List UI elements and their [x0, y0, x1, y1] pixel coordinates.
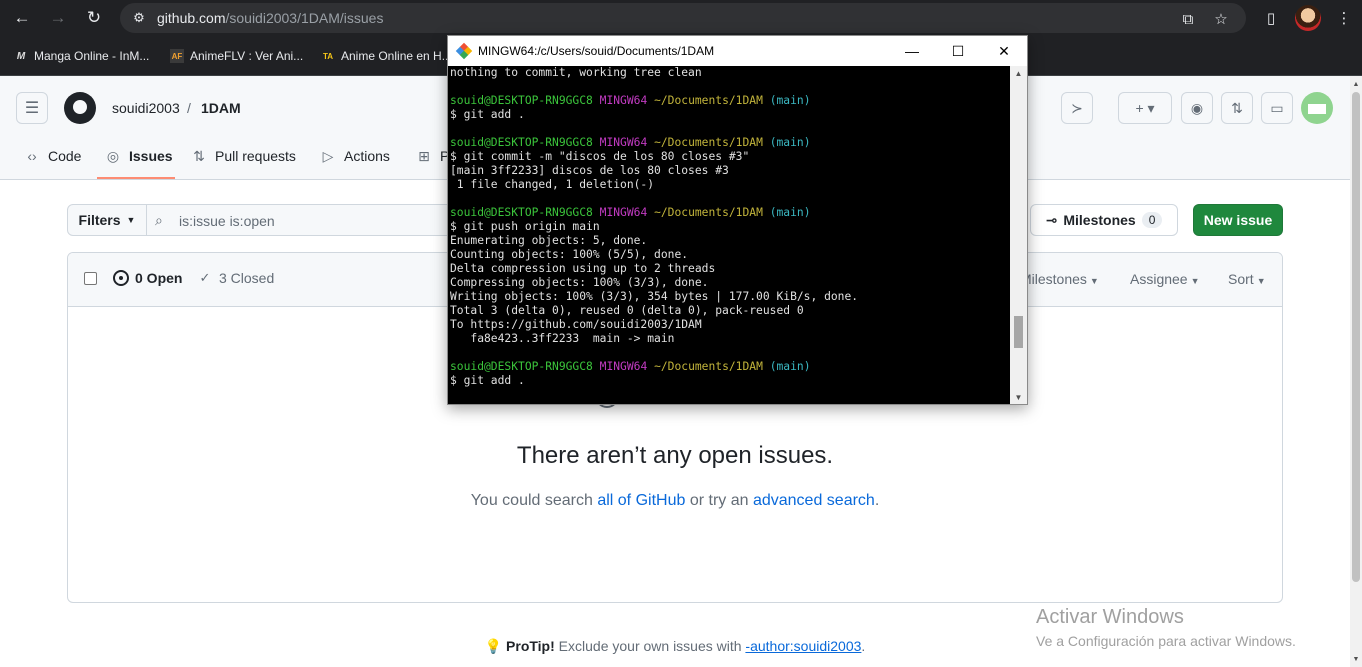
chevron-down-icon: ▼	[1190, 276, 1200, 286]
browser-toolbar: ← → ↻ ⚙ github.com/souidi2003/1DAM/issue…	[0, 0, 1362, 36]
bookmark-item[interactable]: AF AnimeFLV : Ver Ani...	[170, 47, 303, 65]
blankslate-text: You could search all of GitHub or try an…	[470, 492, 880, 509]
install-app-icon[interactable]: ⧉	[1178, 9, 1198, 29]
scrollbar-thumb[interactable]	[1352, 92, 1360, 582]
issues-icon[interactable]: ◉	[1181, 92, 1213, 124]
chevron-down-icon: ▼	[1256, 276, 1266, 286]
terminal-scrollbar[interactable]: ▲ ▼	[1010, 66, 1027, 404]
closed-issues-toggle[interactable]: ✓ 3 Closed	[197, 270, 275, 286]
avatar[interactable]	[1301, 92, 1333, 124]
open-issues-toggle[interactable]: 0 Open	[113, 270, 182, 286]
git-pull-request-icon: ⇅	[193, 147, 205, 164]
url-text[interactable]: github.com/souidi2003/1DAM/issues	[157, 10, 383, 26]
bookmark-star-icon[interactable]: ☆	[1211, 9, 1231, 29]
check-icon: ✓	[199, 270, 211, 285]
milestones-counter: 0	[1141, 212, 1163, 228]
tab-projects[interactable]: ⊞ P	[416, 144, 449, 168]
chevron-down-icon: ▼	[126, 215, 136, 225]
terminal-titlebar[interactable]: MINGW64:/c/Users/souid/Documents/1DAM — …	[448, 36, 1027, 66]
play-icon: ▷	[322, 147, 334, 164]
minimize-icon[interactable]: —	[889, 36, 935, 66]
bookmark-item[interactable]: M Manga Online - InM...	[14, 47, 149, 65]
forward-arrow-icon[interactable]: →	[46, 6, 70, 30]
search-icon: ⌕	[155, 212, 163, 228]
sort-filter[interactable]: Sort ▼	[1228, 271, 1266, 287]
milestones-button[interactable]: ⊸ Milestones 0	[1030, 204, 1178, 236]
tab-actions[interactable]: ▷ Actions	[320, 144, 390, 168]
scrollbar-thumb[interactable]	[1014, 316, 1023, 348]
scroll-down-icon[interactable]: ▼	[1010, 390, 1027, 404]
tab-issues[interactable]: ◎ Issues	[105, 144, 173, 168]
back-arrow-icon[interactable]: ←	[10, 6, 34, 30]
breadcrumb-owner[interactable]: souidi2003	[112, 100, 180, 116]
menu-kebab-icon[interactable]: ⋮	[1333, 7, 1355, 29]
blankslate-title: There aren’t any open issues.	[516, 442, 834, 469]
github-logo-icon[interactable]	[64, 92, 96, 124]
page-scrollbar[interactable]: ▲ ▼	[1350, 76, 1362, 667]
maximize-icon[interactable]: ☐	[935, 36, 981, 66]
profile-avatar[interactable]	[1295, 5, 1321, 31]
bookmark-item[interactable]: TA Anime Online en H...	[321, 47, 452, 65]
code-icon: ‹›	[27, 148, 37, 164]
terminal-title: MINGW64:/c/Users/souid/Documents/1DAM	[478, 44, 715, 58]
breadcrumb-repo[interactable]: 1DAM	[201, 100, 241, 116]
filters-button[interactable]: Filters ▼	[67, 204, 147, 236]
scroll-up-icon[interactable]: ▲	[1010, 66, 1027, 80]
breadcrumb-separator: /	[187, 100, 191, 116]
inbox-icon[interactable]: ▭	[1261, 92, 1293, 124]
scroll-up-icon[interactable]: ▲	[1350, 78, 1362, 90]
active-tab-indicator	[97, 177, 175, 179]
select-all-checkbox[interactable]	[84, 272, 97, 285]
site-settings-icon[interactable]: ⚙	[130, 9, 148, 27]
terminal-output[interactable]: nothing to commit, working tree clean so…	[448, 66, 1010, 404]
milestones-filter[interactable]: Milestones ▼	[1020, 271, 1099, 287]
pull-requests-icon[interactable]: ⇅	[1221, 92, 1253, 124]
tab-code[interactable]: ‹› Code	[24, 144, 81, 168]
side-panel-icon[interactable]: ▯	[1260, 7, 1282, 29]
assignee-filter[interactable]: Assignee ▼	[1130, 271, 1200, 287]
bookmark-favicon-icon: TA	[321, 49, 335, 63]
hamburger-menu-icon[interactable]: ☰	[16, 92, 48, 124]
author-filter-link[interactable]: -author:souidi2003	[745, 638, 861, 654]
advanced-search-link[interactable]: advanced search	[753, 492, 875, 509]
bookmark-favicon-icon: AF	[170, 49, 184, 63]
address-bar[interactable]: ⚙ github.com/souidi2003/1DAM/issues ⧉ ☆	[120, 3, 1246, 33]
tab-pull-requests[interactable]: ⇅ Pull requests	[191, 144, 296, 168]
all-github-link[interactable]: all of GitHub	[597, 492, 685, 509]
light-bulb-icon: 💡	[484, 638, 503, 654]
command-palette-icon[interactable]: ≻	[1061, 92, 1093, 124]
create-new-icon[interactable]: + ▾	[1118, 92, 1172, 124]
terminal-window: MINGW64:/c/Users/souid/Documents/1DAM — …	[447, 35, 1028, 405]
scroll-down-icon[interactable]: ▼	[1350, 653, 1362, 665]
issue-opened-icon	[113, 270, 129, 286]
milestone-icon: ⊸	[1045, 211, 1058, 228]
reload-icon[interactable]: ↻	[82, 6, 106, 30]
git-bash-icon	[455, 42, 473, 60]
issue-opened-icon: ◎	[106, 147, 120, 164]
chevron-down-icon: ▼	[1089, 276, 1099, 286]
bookmark-favicon-icon: M	[14, 49, 28, 63]
table-icon: ⊞	[418, 147, 430, 164]
close-icon[interactable]: ✕	[981, 36, 1027, 66]
new-issue-button[interactable]: New issue	[1193, 204, 1283, 236]
windows-activation-watermark: Activar Windows Ve a Configuración para …	[1036, 606, 1296, 649]
